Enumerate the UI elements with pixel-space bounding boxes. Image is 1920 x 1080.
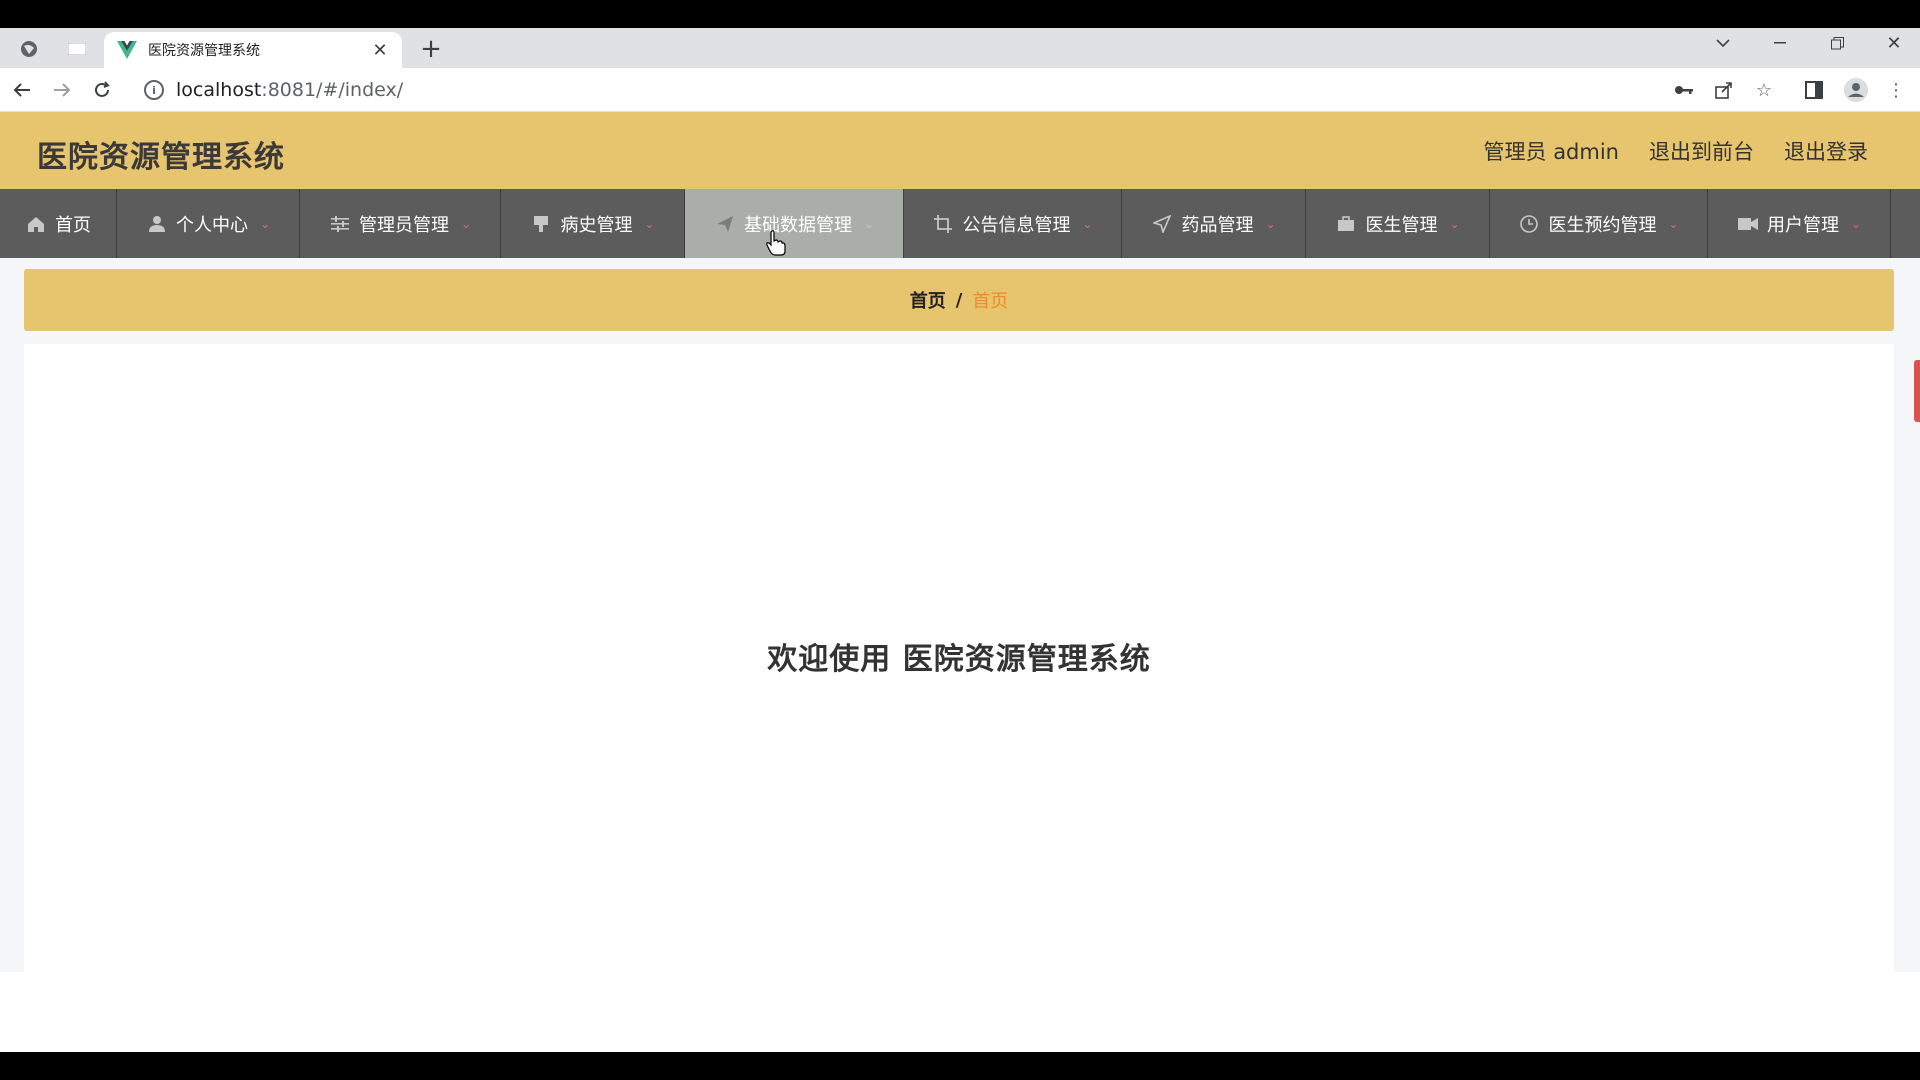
new-tab-button[interactable]: + — [416, 34, 446, 64]
vue-logo-icon — [116, 39, 138, 61]
stamp-icon — [530, 213, 552, 235]
forward-arrow-icon[interactable] — [46, 74, 78, 106]
menu-item-history[interactable]: 病史管理 ⌄ — [501, 189, 685, 258]
breadcrumb-separator: / — [955, 289, 963, 311]
browser-tab-active[interactable]: 医院资源管理系统 ✕ — [104, 32, 402, 68]
chevron-down-icon: ⌄ — [460, 216, 472, 231]
breadcrumb-home[interactable]: 首页 — [910, 287, 946, 313]
breadcrumb-current: 首页 — [972, 291, 1009, 312]
chevron-down-icon: ⌄ — [1668, 216, 1679, 231]
chevron-down-icon: ⌄ — [644, 216, 655, 231]
top-nav-menu: 首页 个人中心 ⌄ 管理员管理 ⌄ 病史管理 ⌄ 基础数据管理 ⌄ 公告信息管理… — [0, 189, 1920, 258]
menu-item-label: 医生预约管理 — [1548, 214, 1657, 236]
profile-avatar-icon[interactable] — [1842, 76, 1870, 104]
url-host: localhost — [176, 79, 262, 101]
browser-menu-icon[interactable]: ⋮ — [1882, 76, 1910, 104]
admin-user-label[interactable]: 管理员 admin — [1484, 136, 1619, 166]
menu-item-label: 医生管理 — [1365, 214, 1438, 236]
browser-toolbar: i localhost:8081/#/index/ ☆ ⋮ — [0, 68, 1920, 112]
site-info-icon[interactable]: i — [144, 80, 164, 100]
menu-item-announcement[interactable]: 公告信息管理 ⌄ — [904, 189, 1122, 258]
tab-search-icon[interactable] — [14, 34, 44, 64]
exit-to-front-link[interactable]: 退出到前台 — [1649, 136, 1754, 166]
menu-item-label: 药品管理 — [1181, 214, 1254, 236]
crop-icon — [932, 213, 954, 235]
menu-item-admin-manage[interactable]: 管理员管理 ⌄ — [300, 189, 501, 258]
tab-close-icon[interactable]: ✕ — [370, 40, 390, 61]
close-window-icon[interactable]: ✕ — [1871, 28, 1917, 58]
briefcase-icon — [1335, 213, 1357, 235]
menu-item-medicine[interactable]: 药品管理 ⌄ — [1122, 189, 1306, 258]
main-content: 欢迎使用 医院资源管理系统 — [24, 344, 1894, 972]
user-icon — [146, 213, 168, 235]
screen-top-border — [0, 0, 1920, 28]
send-icon — [714, 213, 736, 235]
app-header: 医院资源管理系统 管理员 admin 退出到前台 退出登录 — [0, 112, 1920, 189]
restore-icon[interactable] — [1814, 28, 1860, 58]
menu-item-label: 管理员管理 — [358, 214, 449, 236]
tab-group-icon[interactable] — [62, 34, 92, 64]
app-title: 医院资源管理系统 — [37, 140, 285, 175]
menu-item-user-manage[interactable]: 用户管理 ⌄ — [1708, 189, 1891, 258]
menu-item-label: 首页 — [55, 214, 91, 236]
menu-item-personal-center[interactable]: 个人中心 ⌄ — [117, 189, 300, 258]
app-root: 医院资源管理系统 管理员 admin 退出到前台 退出登录 首页 个人中心 ⌄ … — [0, 112, 1920, 1052]
menu-item-label: 用户管理 — [1766, 214, 1839, 236]
scrollbar-thumb[interactable] — [1914, 360, 1920, 422]
back-arrow-icon[interactable] — [6, 74, 38, 106]
welcome-heading: 欢迎使用 医院资源管理系统 — [767, 642, 1151, 677]
chevron-down-icon: ⌄ — [259, 216, 271, 231]
clock-icon — [1518, 213, 1540, 235]
page-footer-area — [0, 972, 1920, 1052]
chevron-down-icon: ⌄ — [863, 216, 875, 231]
chevron-down-icon: ⌄ — [1449, 216, 1460, 231]
menu-item-home[interactable]: 首页 — [0, 189, 117, 258]
share-icon[interactable] — [1710, 76, 1738, 104]
menu-item-base-data[interactable]: 基础数据管理 ⌄ — [685, 189, 904, 258]
address-input[interactable]: i localhost:8081/#/index/ — [132, 73, 1692, 107]
browser-tabstrip: 医院资源管理系统 ✕ + ✕ — [0, 28, 1920, 68]
bookmark-star-icon[interactable]: ☆ — [1750, 76, 1778, 104]
sliders-icon — [329, 213, 351, 235]
menu-item-appointment[interactable]: 医生预约管理 ⌄ — [1490, 189, 1708, 258]
logout-link[interactable]: 退出登录 — [1784, 136, 1868, 166]
chevron-down-icon: ⌄ — [1265, 216, 1276, 231]
breadcrumb: 首页 / 首页 — [24, 269, 1894, 331]
home-icon — [25, 213, 47, 235]
screen-bottom-border — [0, 1052, 1920, 1080]
password-key-icon[interactable] — [1670, 76, 1698, 104]
chevron-down-icon: ⌄ — [1082, 216, 1093, 231]
navigation-icon — [1151, 213, 1173, 235]
url-path: :8081/#/index/ — [261, 79, 404, 101]
tab-title: 医院资源管理系统 — [148, 43, 260, 59]
menu-item-label: 个人中心 — [175, 214, 248, 236]
hand-pointer-cursor-icon — [766, 230, 786, 256]
menu-item-label: 基础数据管理 — [743, 214, 852, 236]
tab-list-chevron-icon[interactable] — [1700, 28, 1746, 58]
minimize-icon[interactable] — [1757, 28, 1803, 58]
side-panel-icon[interactable] — [1800, 76, 1828, 104]
video-icon — [1737, 213, 1759, 235]
menu-item-label: 病史管理 — [560, 214, 633, 236]
reload-icon[interactable] — [86, 74, 118, 106]
menu-item-label: 公告信息管理 — [962, 214, 1071, 236]
menu-item-doctor[interactable]: 医生管理 ⌄ — [1306, 189, 1490, 258]
chevron-down-icon: ⌄ — [1850, 216, 1862, 231]
